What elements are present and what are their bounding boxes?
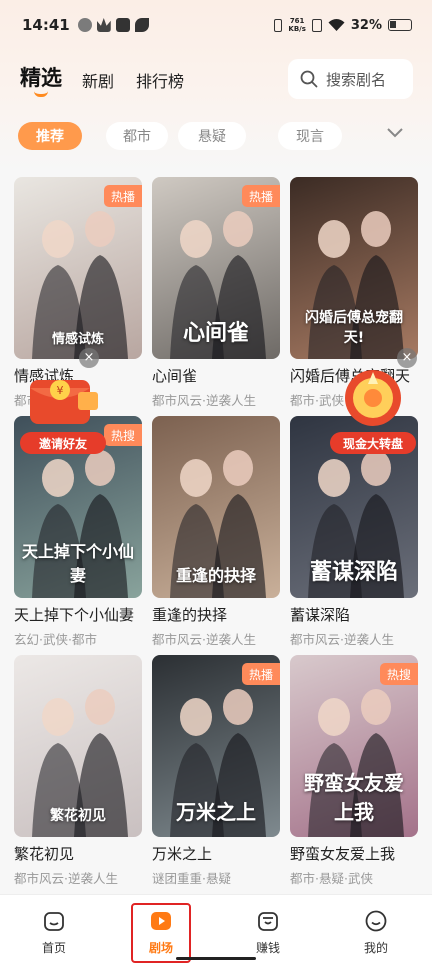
leaf-app-icon bbox=[134, 18, 149, 32]
drama-title[interactable]: 繁花初见 bbox=[14, 843, 142, 864]
search-icon bbox=[300, 70, 318, 88]
drama-card[interactable]: 心间雀 热播心间雀都市风云·逆袭人生 bbox=[152, 177, 280, 408]
notification-icon bbox=[77, 18, 92, 32]
battery-percent: 32% bbox=[350, 17, 382, 33]
net-speed-unit: KB/s bbox=[288, 25, 306, 33]
hot-badge: 热播 bbox=[241, 185, 280, 207]
poster-title-art: 心间雀 bbox=[182, 321, 249, 346]
poster-title-art: 天上掉下个小仙妻 bbox=[21, 542, 134, 585]
drama-card[interactable]: 野蛮女友爱上我 热搜野蛮女友爱上我都市·悬疑·武侠 bbox=[290, 655, 418, 886]
tab-active-indicator bbox=[34, 91, 48, 97]
drama-card[interactable]: 重逢的抉择 重逢的抉择 都市风云·逆袭人生 bbox=[152, 416, 280, 647]
profile-icon bbox=[365, 910, 387, 932]
tab-rankings[interactable]: 排行榜 bbox=[136, 68, 184, 92]
status-bar: 14:41 761 KB/s 32% bbox=[0, 0, 432, 50]
video-app-icon bbox=[115, 18, 130, 32]
svg-text:¥: ¥ bbox=[57, 384, 64, 397]
drama-genres: 都市风云·逆袭人生 bbox=[14, 871, 118, 886]
close-invite-icon[interactable]: × bbox=[79, 348, 99, 368]
red-envelope-icon: ¥ bbox=[30, 380, 98, 424]
invite-friends-badge[interactable]: ¥ 邀请好友 bbox=[20, 366, 106, 458]
poster-title-art: 繁花初见 bbox=[50, 808, 106, 824]
drama-poster[interactable]: 野蛮女友爱上我 热搜 bbox=[290, 655, 418, 837]
wifi-icon bbox=[328, 18, 345, 31]
drama-card[interactable]: 万米之上 热播万米之上谜团重重·悬疑 bbox=[152, 655, 280, 886]
drama-title[interactable]: 蓄谋深陷 bbox=[290, 604, 418, 625]
net-speed-value: 761 bbox=[289, 17, 305, 25]
drama-title[interactable]: 天上掉下个小仙妻 bbox=[14, 604, 142, 625]
invite-friends-label: 邀请好友 bbox=[20, 432, 106, 454]
bottom-nav: 首页 剧场 赚钱 我的 bbox=[0, 894, 432, 964]
poster-title-art: 万米之上 bbox=[176, 800, 256, 824]
nav-home[interactable]: 首页 bbox=[24, 909, 84, 956]
chip-suspense[interactable]: 悬疑 bbox=[178, 122, 246, 150]
wallet-icon bbox=[258, 912, 278, 931]
hot-badge: 热播 bbox=[241, 663, 280, 685]
poster-title-art: 蓄谋深陷 bbox=[309, 560, 398, 585]
nav-home-label: 首页 bbox=[41, 941, 66, 955]
drama-genres: 都市·悬疑·武侠 bbox=[290, 871, 373, 886]
status-time: 14:41 bbox=[22, 16, 70, 34]
poster-title-art: 重逢的抉择 bbox=[175, 566, 256, 585]
crown-app-icon bbox=[96, 18, 111, 32]
chip-recommended[interactable]: 推荐 bbox=[18, 122, 82, 150]
nav-profile[interactable]: 我的 bbox=[346, 909, 406, 956]
active-tab-highlight bbox=[131, 903, 191, 963]
nav-earn-label: 赚钱 bbox=[255, 941, 280, 955]
nav-profile-label: 我的 bbox=[363, 941, 388, 955]
drama-poster[interactable]: 重逢的抉择 bbox=[152, 416, 280, 598]
top-header: 精选 新剧 排行榜 搜索剧名 bbox=[0, 54, 432, 106]
home-indicator[interactable] bbox=[176, 957, 256, 960]
drama-genres: 都市风云·逆袭人生 bbox=[152, 393, 256, 408]
drama-title[interactable]: 万米之上 bbox=[152, 843, 280, 864]
status-right: 761 KB/s 32% bbox=[274, 17, 412, 33]
drama-genres: 都市风云·逆袭人生 bbox=[152, 632, 256, 647]
nav-earn[interactable]: 赚钱 bbox=[238, 909, 298, 956]
drama-poster[interactable]: 情感试炼 热播 bbox=[14, 177, 142, 359]
drama-title[interactable]: 心间雀 bbox=[152, 365, 280, 386]
drama-poster[interactable]: 繁花初见 bbox=[14, 655, 142, 837]
battery-icon bbox=[388, 19, 412, 31]
poster-title-art: 情感试炼 bbox=[51, 332, 104, 347]
poster-title-art: 野蛮女友爱上我 bbox=[304, 771, 404, 824]
net-speed: 761 KB/s bbox=[288, 17, 305, 33]
no-sim-icon bbox=[311, 18, 322, 32]
hot-badge: 热搜 bbox=[103, 424, 142, 446]
cash-wheel-label: 现金大转盘 bbox=[330, 432, 416, 454]
drama-title[interactable]: 野蛮女友爱上我 bbox=[290, 843, 418, 864]
chip-romance[interactable]: 现言 bbox=[278, 122, 342, 150]
tab-new-dramas[interactable]: 新剧 bbox=[82, 68, 114, 92]
home-icon bbox=[44, 912, 64, 931]
cash-wheel-icon bbox=[345, 370, 401, 426]
drama-poster[interactable]: 万米之上 热播 bbox=[152, 655, 280, 837]
drama-card[interactable]: 繁花初见 繁花初见 都市风云·逆袭人生 bbox=[14, 655, 142, 886]
drama-genres: 都市风云·逆袭人生 bbox=[290, 632, 394, 647]
cash-wheel-badge[interactable]: 现金大转盘 bbox=[330, 366, 416, 458]
chip-urban[interactable]: 都市 bbox=[106, 122, 168, 150]
drama-genres: 玄幻·武侠·都市 bbox=[14, 632, 97, 647]
hot-badge: 热播 bbox=[103, 185, 142, 207]
hot-badge: 热搜 bbox=[379, 663, 418, 685]
category-chips: 推荐 都市 悬疑 现言 bbox=[0, 118, 432, 152]
drama-poster[interactable]: 闪婚后傅总宠翻天! bbox=[290, 177, 418, 359]
chevron-down-icon[interactable] bbox=[385, 126, 405, 140]
drama-title[interactable]: 重逢的抉择 bbox=[152, 604, 280, 625]
drama-poster[interactable]: 心间雀 热播 bbox=[152, 177, 280, 359]
poster-title-art: 闪婚后傅总宠翻天! bbox=[305, 310, 403, 346]
search-input[interactable]: 搜索剧名 bbox=[288, 59, 413, 99]
close-cash-wheel-icon[interactable]: × bbox=[397, 348, 417, 368]
drama-genres: 谜团重重·悬疑 bbox=[152, 871, 231, 886]
search-placeholder: 搜索剧名 bbox=[326, 70, 387, 89]
vibrate-icon bbox=[274, 18, 283, 32]
tab-featured[interactable]: 精选 bbox=[20, 62, 62, 92]
